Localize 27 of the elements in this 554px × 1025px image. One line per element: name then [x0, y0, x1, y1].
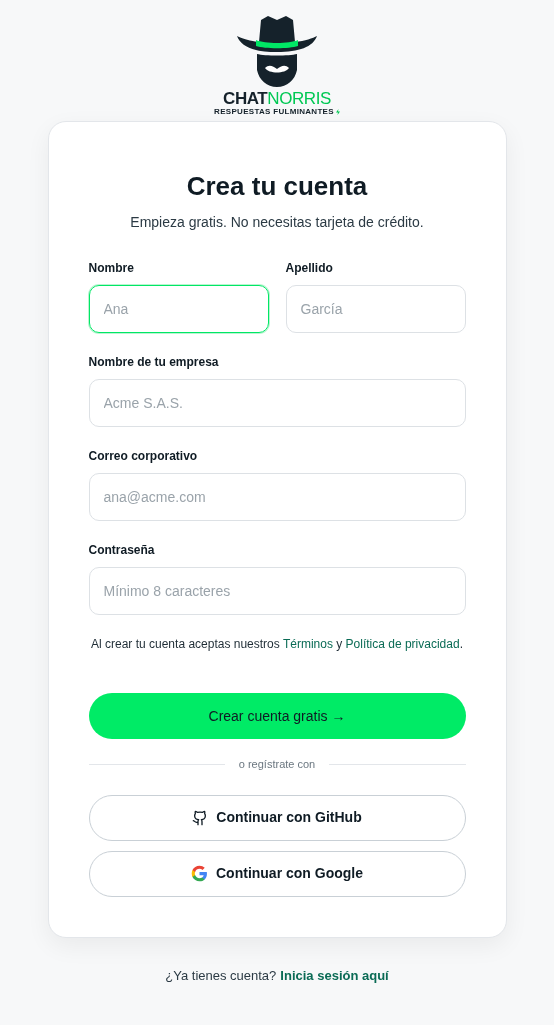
bolt-icon	[335, 109, 340, 115]
input-field[interactable]: Ana	[88, 285, 269, 333]
privacy-link[interactable]: Política de privacidad	[345, 637, 460, 651]
input-field[interactable]: Mínimo 8 caracteres	[88, 567, 466, 615]
card-subtitle: Empieza gratis. No necesitas tarjeta de crédito.	[129, 213, 425, 232]
login-link[interactable]: Inicia sesión aquí	[280, 965, 389, 985]
field-label: Nombre	[88, 260, 135, 277]
github-signin-button[interactable]: Continuar con GitHub	[88, 794, 466, 841]
brand-name: CHATNORRIS	[223, 90, 331, 107]
field-label: Nombre de tu empresa	[88, 354, 220, 371]
cowboy-logo-icon	[235, 14, 319, 88]
create-account-button[interactable]: Crear cuenta gratis →	[88, 693, 466, 739]
input-field[interactable]: García	[285, 285, 466, 333]
footer-question: ¿Ya tienes cuenta?	[165, 966, 277, 985]
field-label: Apellido	[285, 260, 334, 277]
field-label: Correo corporativo	[88, 448, 199, 465]
terms-link[interactable]: Términos	[282, 637, 333, 651]
input-field[interactable]: ana@acme.com	[88, 473, 466, 521]
terms-text: Al crear tu cuenta aceptas nuestros Términos y Política de privacidad.	[90, 636, 464, 653]
github-icon	[192, 809, 209, 826]
card-title: Crea tu cuenta	[185, 170, 369, 202]
google-signin-button[interactable]: Continuar con Google	[88, 850, 466, 897]
google-icon	[191, 865, 208, 882]
divider-label: o regístrate con	[238, 757, 316, 772]
tagline: RESPUESTAS FULMINANTES	[214, 108, 334, 116]
field-label: Contraseña	[88, 542, 156, 559]
input-field[interactable]: Acme S.A.S.	[88, 379, 466, 427]
